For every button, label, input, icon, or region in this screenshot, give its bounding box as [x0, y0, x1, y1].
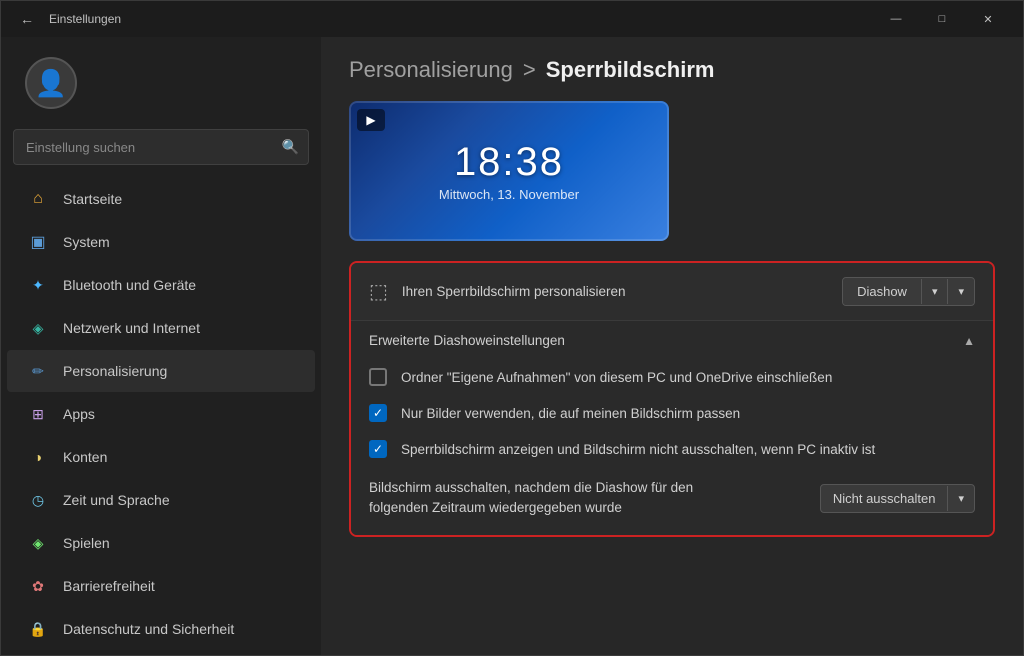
slideshow-options: Ordner "Eigene Aufnahmen" von diesem PC …: [351, 360, 993, 535]
sidebar-item-time[interactable]: ◷ Zeit und Sprache: [7, 479, 315, 521]
checkbox-2[interactable]: ✓: [369, 404, 387, 422]
privacy-icon: 🔒: [27, 618, 49, 640]
window-title: Einstellungen: [49, 12, 873, 26]
main-content: Personalisierung > Sperrbildschirm ▶ 18:…: [321, 37, 1023, 655]
checkbox-1[interactable]: [369, 368, 387, 386]
sidebar-item-label: Apps: [63, 406, 95, 422]
breadcrumb-parent: Personalisierung: [349, 57, 513, 83]
dropdown-value[interactable]: Diashow: [843, 278, 921, 305]
turnoff-dropdown-arrow-icon[interactable]: ▾: [947, 486, 974, 511]
window-controls: — □ ✕: [873, 3, 1011, 35]
sidebar-item-label: Datenschutz und Sicherheit: [63, 621, 234, 637]
checkbox-2-label: Nur Bilder verwenden, die auf meinen Bil…: [401, 406, 740, 421]
sidebar-item-label: Netzwerk und Internet: [63, 320, 200, 336]
sidebar-item-label: Startseite: [63, 191, 122, 207]
sidebar-item-label: Zeit und Sprache: [63, 492, 170, 508]
sidebar-item-label: Spielen: [63, 535, 110, 551]
turnoff-row: Bildschirm ausschalten, nachdem die Dias…: [369, 474, 975, 519]
checkbox-1-label: Ordner "Eigene Aufnahmen" von diesem PC …: [401, 370, 832, 385]
checkbox-3-label: Sperrbildschirm anzeigen und Bildschirm …: [401, 442, 875, 457]
slideshow-section: Erweiterte Diashoweinstellungen ▲ Ordner…: [351, 320, 993, 535]
minimize-button[interactable]: —: [873, 3, 919, 35]
bluetooth-icon: ✦: [27, 274, 49, 296]
lockscreen-time: 18:38: [439, 140, 579, 185]
search-icon: 🔍: [282, 139, 299, 156]
search-container: 🔍: [13, 129, 309, 165]
sidebar-item-label: Bluetooth und Geräte: [63, 277, 196, 293]
sidebar: 👤 🔍 ⌂ Startseite ▣ System ✦: [1, 37, 321, 655]
accounts-icon: ◑: [27, 446, 49, 468]
breadcrumb-separator: >: [523, 57, 536, 83]
checkbox-row-1: Ordner "Eigene Aufnahmen" von diesem PC …: [369, 366, 975, 388]
monitor-icon: ⬚: [369, 279, 388, 304]
sidebar-item-label: Konten: [63, 449, 107, 465]
checkbox-row-2: ✓ Nur Bilder verwenden, die auf meinen B…: [369, 402, 975, 424]
sidebar-item-accessibility[interactable]: ✿ Barrierefreiheit: [7, 565, 315, 607]
sidebar-item-network[interactable]: ◈ Netzwerk und Internet: [7, 307, 315, 349]
sidebar-item-bluetooth[interactable]: ✦ Bluetooth und Geräte: [7, 264, 315, 306]
lockscreen-content: 18:38 Mittwoch, 13. November: [439, 140, 579, 202]
chevron-up-icon: ▲: [963, 334, 975, 348]
lockscreen-preview: ▶ 18:38 Mittwoch, 13. November: [349, 101, 669, 241]
home-icon: ⌂: [27, 188, 49, 210]
personalize-dropdown[interactable]: Diashow ▾ ▾: [842, 277, 975, 306]
network-icon: ◈: [27, 317, 49, 339]
sidebar-item-label: Barrierefreiheit: [63, 578, 155, 594]
sidebar-item-home[interactable]: ⌂ Startseite: [7, 178, 315, 220]
dropdown-expand-icon[interactable]: ▾: [947, 279, 974, 304]
lockscreen-date: Mittwoch, 13. November: [439, 187, 579, 202]
system-icon: ▣: [27, 231, 49, 253]
personalize-row: ⬚ Ihren Sperrbildschirm personalisieren …: [351, 263, 993, 320]
titlebar: ← Einstellungen — □ ✕: [1, 1, 1023, 37]
sidebar-item-accounts[interactable]: ◑ Konten: [7, 436, 315, 478]
sidebar-item-label: System: [63, 234, 110, 250]
turnoff-value[interactable]: Nicht ausschalten: [821, 485, 948, 512]
sidebar-item-personalization[interactable]: ✏ Personalisierung: [7, 350, 315, 392]
dropdown-arrow-icon[interactable]: ▾: [921, 279, 948, 304]
nav-menu: ⌂ Startseite ▣ System ✦ Bluetooth und Ge…: [1, 177, 321, 651]
sidebar-item-apps[interactable]: ⊞ Apps: [7, 393, 315, 435]
settings-panel: ⬚ Ihren Sperrbildschirm personalisieren …: [349, 261, 995, 537]
close-button[interactable]: ✕: [965, 3, 1011, 35]
page-title: Sperrbildschirm: [546, 57, 715, 83]
gaming-icon: ◈: [27, 532, 49, 554]
sidebar-item-gaming[interactable]: ◈ Spielen: [7, 522, 315, 564]
sidebar-item-system[interactable]: ▣ System: [7, 221, 315, 263]
checkbox-3[interactable]: ✓: [369, 440, 387, 458]
checkbox-row-3: ✓ Sperrbildschirm anzeigen und Bildschir…: [369, 438, 975, 460]
personalization-icon: ✏: [27, 360, 49, 382]
time-icon: ◷: [27, 489, 49, 511]
back-button[interactable]: ←: [13, 5, 41, 33]
apps-icon: ⊞: [27, 403, 49, 425]
sidebar-item-privacy[interactable]: 🔒 Datenschutz und Sicherheit: [7, 608, 315, 650]
maximize-button[interactable]: □: [919, 3, 965, 35]
turnoff-text: Bildschirm ausschalten, nachdem die Dias…: [369, 478, 804, 519]
sidebar-item-label: Personalisierung: [63, 363, 167, 379]
breadcrumb: Personalisierung > Sperrbildschirm: [349, 57, 995, 83]
turnoff-dropdown[interactable]: Nicht ausschalten ▾: [820, 484, 975, 513]
profile-section: 👤: [1, 37, 321, 125]
personalize-label: Ihren Sperrbildschirm personalisieren: [402, 284, 626, 299]
avatar[interactable]: 👤: [25, 57, 77, 109]
slideshow-section-title: Erweiterte Diashoweinstellungen: [369, 333, 565, 348]
preview-play-button[interactable]: ▶: [357, 109, 385, 131]
accessibility-icon: ✿: [27, 575, 49, 597]
search-input[interactable]: [13, 129, 309, 165]
slideshow-header[interactable]: Erweiterte Diashoweinstellungen ▲: [351, 321, 993, 360]
